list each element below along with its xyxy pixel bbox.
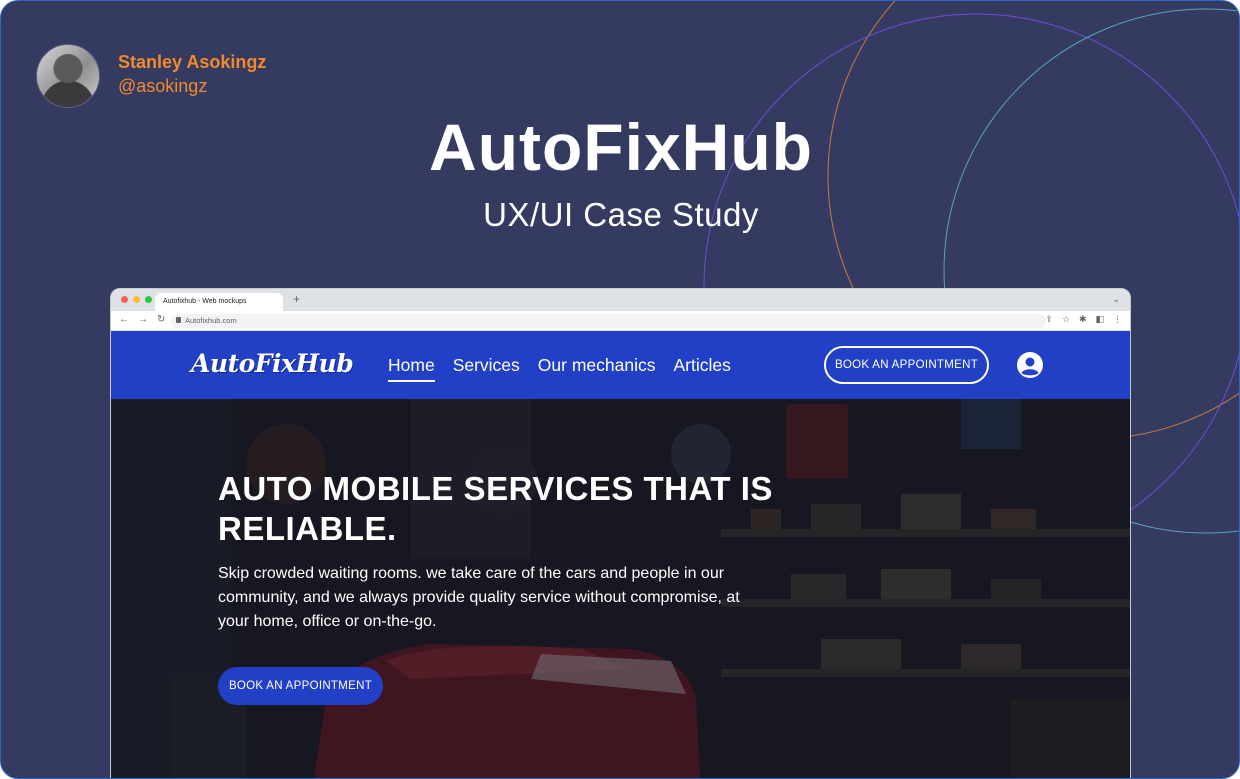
- back-icon[interactable]: ←: [119, 314, 129, 325]
- star-icon[interactable]: ☆: [1062, 314, 1070, 325]
- forward-icon[interactable]: →: [138, 314, 148, 325]
- author-handle: @asokingz: [118, 76, 208, 96]
- nav-link-articles[interactable]: Articles: [673, 355, 730, 382]
- author-name: Stanley Asokingz: [118, 52, 267, 72]
- tab-list-chevron-icon[interactable]: ⌄: [1112, 294, 1120, 305]
- address-bar[interactable]: Autofixhub.com: [171, 314, 1046, 328]
- user-account-icon[interactable]: [1016, 351, 1044, 379]
- author-block: Stanley Asokingz @asokingz: [36, 44, 266, 108]
- sidepanel-icon[interactable]: ◧: [1095, 314, 1104, 325]
- browser-mockup: Autofixhub - Web mockups + ⌄ ← → ↻ Autof…: [110, 288, 1131, 778]
- author-text: Stanley Asokingz @asokingz: [118, 51, 266, 97]
- browser-toolbar-icons: ⇪ ☆ ✱ ◧ ⋮: [1045, 314, 1122, 325]
- hero-section: AUTO MOBILE SERVICES THAT IS RELIABLE. S…: [111, 399, 1130, 778]
- extensions-icon[interactable]: ✱: [1079, 314, 1087, 325]
- author-avatar: [36, 44, 100, 108]
- case-study-cover: Stanley Asokingz @asokingz AutoFixHub UX…: [0, 0, 1240, 779]
- browser-tab[interactable]: Autofixhub - Web mockups: [155, 293, 283, 311]
- hero-title: AUTO MOBILE SERVICES THAT IS RELIABLE.: [218, 470, 773, 547]
- site-logo[interactable]: AutoFixHub: [191, 349, 354, 378]
- window-controls: [121, 296, 152, 303]
- minimize-dot-icon[interactable]: [133, 296, 140, 303]
- browser-toolbar: ← → ↻ Autofixhub.com ⇪ ☆ ✱ ◧ ⋮: [111, 311, 1130, 331]
- share-icon[interactable]: ⇪: [1045, 314, 1053, 325]
- maximize-dot-icon[interactable]: [145, 296, 152, 303]
- close-dot-icon[interactable]: [121, 296, 128, 303]
- page-title: AutoFixHub: [429, 110, 813, 184]
- nav-link-mechanics[interactable]: Our mechanics: [538, 355, 656, 382]
- more-icon[interactable]: ⋮: [1113, 314, 1122, 325]
- address-url: Autofixhub.com: [185, 316, 237, 325]
- nav-link-services[interactable]: Services: [453, 355, 520, 382]
- hero-description: Skip crowded waiting rooms. we take care…: [218, 565, 740, 630]
- reload-icon[interactable]: ↻: [157, 314, 165, 325]
- lock-icon: [176, 317, 181, 323]
- site-header: AutoFixHub Home Services Our mechanics A…: [111, 331, 1130, 399]
- header-book-appointment-button[interactable]: BOOK AN APPOINTMENT: [824, 346, 989, 384]
- new-tab-icon[interactable]: +: [293, 292, 300, 306]
- browser-nav-buttons: ← → ↻: [119, 314, 165, 325]
- nav-link-home[interactable]: Home: [388, 355, 435, 382]
- site-nav-links: Home Services Our mechanics Articles: [388, 355, 731, 382]
- browser-tabstrip: Autofixhub - Web mockups + ⌄: [111, 289, 1130, 311]
- hero-book-appointment-button[interactable]: BOOK AN APPOINTMENT: [218, 667, 383, 705]
- page-subtitle: UX/UI Case Study: [483, 196, 759, 233]
